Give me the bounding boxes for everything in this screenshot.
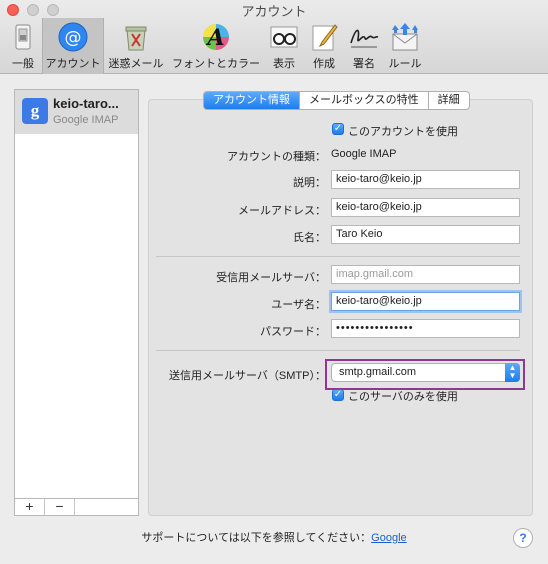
add-account-button[interactable]: + [15,499,45,515]
at-sign-icon: @ [58,22,88,52]
smtp-only-checkbox[interactable]: ✓ [332,389,344,401]
account-kind-value: Google IMAP [331,148,397,160]
full-name-label: 氏名： [293,232,326,244]
description-field[interactable]: keio-taro@keio.jp [331,170,520,189]
smtp-server-value: smtp.gmail.com [339,366,417,378]
titlebar: アカウント 一般 @ アカウント 迷惑メール A フォントとカラー 表示 作成 … [0,0,548,74]
incoming-server-label: 受信用メールサーバ： [216,272,326,284]
full-name-field[interactable]: Taro Keio [331,225,520,244]
toolbar-accounts[interactable]: @ アカウント [42,18,104,74]
password-field[interactable]: •••••••••••••••• [331,319,520,338]
incoming-server-field[interactable]: imap.gmail.com [331,265,520,284]
toolbar-general[interactable]: 一般 [4,18,42,72]
description-label: 説明： [293,177,326,189]
user-name-label: ユーザ名： [271,299,326,311]
remove-account-button[interactable]: − [45,499,75,515]
support-link-google[interactable]: Google [371,532,406,544]
general-switch-icon [15,24,31,50]
user-name-field[interactable]: keio-taro@keio.jp [331,292,520,311]
accounts-window: アカウント 一般 @ アカウント 迷惑メール A フォントとカラー 表示 作成 … [0,0,548,564]
font-colors-icon: A [203,24,229,51]
account-kind-label: アカウントの種類： [227,151,326,163]
smtp-server-select[interactable]: smtp.gmail.com ▲ ▼ [331,363,520,382]
chevron-up-down-icon: ▲ ▼ [505,363,520,382]
toolbar-junk-mail[interactable]: 迷惑メール [106,18,166,72]
account-name: keio-taro... [53,96,119,111]
account-row-keio[interactable]: g keio-taro... Google IMAP [15,90,138,134]
help-button[interactable]: ? [513,528,533,548]
tab-advanced[interactable]: 詳細 [429,92,469,109]
smtp-only-label: このサーバのみを使用 [348,391,458,403]
accounts-list[interactable]: g keio-taro... Google IMAP + − [14,89,139,516]
account-type: Google IMAP [53,114,119,126]
rules-envelope-icon [392,23,418,51]
support-text: サポートについては以下を参照してください：Google [141,532,407,544]
trash-can-icon [125,26,147,51]
toolbar-rules[interactable]: ルール [386,18,424,72]
compose-pencil-icon [312,24,338,51]
email-address-field[interactable]: keio-taro@keio.jp [331,198,520,217]
toolbar-fonts-colors[interactable]: A フォントとカラー [168,18,264,72]
glasses-icon [270,26,298,48]
google-account-icon: g [22,98,48,124]
smtp-server-label: 送信用メールサーバ（SMTP）： [169,370,326,382]
section-divider [156,256,520,257]
svg-text:A: A [205,25,224,51]
tab-mailbox-behaviors[interactable]: メールボックスの特性 [300,92,429,109]
password-label: パスワード： [260,326,326,338]
use-account-checkbox[interactable]: ✓ [332,123,344,135]
use-account-label: このアカウントを使用 [348,126,458,138]
toolbar-signatures[interactable]: 署名 [344,18,384,72]
tab-account-info[interactable]: アカウント情報 [204,92,300,109]
section-divider-2 [156,350,520,351]
toolbar-composing[interactable]: 作成 [306,18,342,72]
settings-tabs: アカウント情報 メールボックスの特性 詳細 [203,91,470,110]
accounts-list-footer: + − [15,498,138,515]
email-address-label: メールアドレス： [238,205,326,217]
svg-text:@: @ [65,28,82,48]
signature-icon [350,29,379,48]
toolbar-viewing[interactable]: 表示 [266,18,302,72]
